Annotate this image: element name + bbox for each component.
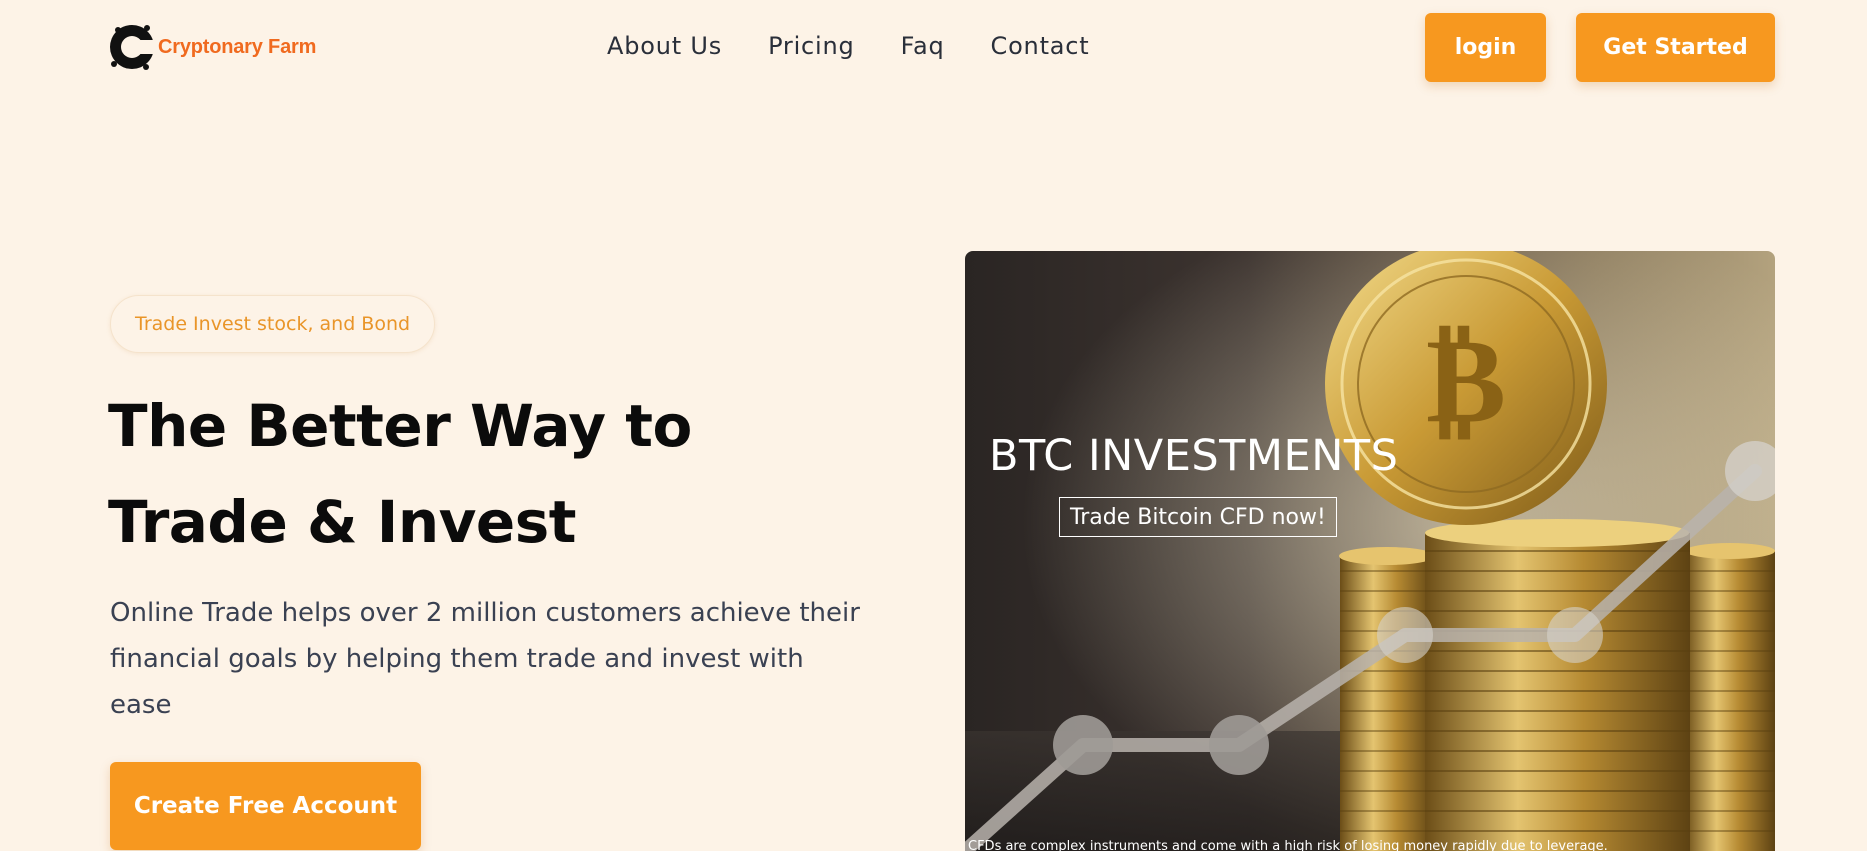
bitcoin-coin-stack-illustration: ₿: [965, 251, 1775, 851]
nav-pricing[interactable]: Pricing: [768, 32, 855, 60]
banner-heading: BTC INVESTMENTS: [989, 431, 1399, 481]
nav-contact[interactable]: Contact: [991, 32, 1090, 60]
hero-title-line-1: The Better Way to: [108, 392, 692, 460]
site-header: Cryptonary Farm About Us Pricing Faq Con…: [0, 0, 1867, 100]
hero-badge: Trade Invest stock, and Bond: [110, 295, 436, 353]
trade-bitcoin-cfd-link[interactable]: Trade Bitcoin CFD now!: [1059, 497, 1337, 537]
login-button[interactable]: login: [1425, 13, 1546, 82]
coin-stack-left-icon: [1339, 547, 1435, 851]
hero-title: The Better Way to Trade & Invest: [108, 378, 748, 570]
coin-stack-right-icon: [1685, 543, 1775, 851]
hero-title-line-2: Trade & Invest: [108, 488, 577, 556]
coin-c-logo-icon: [110, 25, 156, 70]
create-free-account-button[interactable]: Create Free Account: [110, 762, 421, 850]
banner-disclaimer: CFDs are complex instruments and come wi…: [968, 839, 1608, 851]
main-nav: About Us Pricing Faq Contact: [607, 32, 1090, 60]
brand-name: Cryptonary Farm: [158, 35, 317, 58]
brand-logo[interactable]: Cryptonary Farm: [108, 22, 316, 72]
nav-about-us[interactable]: About Us: [607, 32, 722, 60]
get-started-button[interactable]: Get Started: [1576, 13, 1775, 82]
btc-investments-banner[interactable]: ₿ BTC INVESTMENTS Trade Bitcoin CFD now!…: [965, 251, 1775, 851]
svg-text:₿: ₿: [1426, 309, 1506, 450]
hero-description: Online Trade helps over 2 million custom…: [110, 598, 860, 720]
nav-faq[interactable]: Faq: [901, 32, 945, 60]
